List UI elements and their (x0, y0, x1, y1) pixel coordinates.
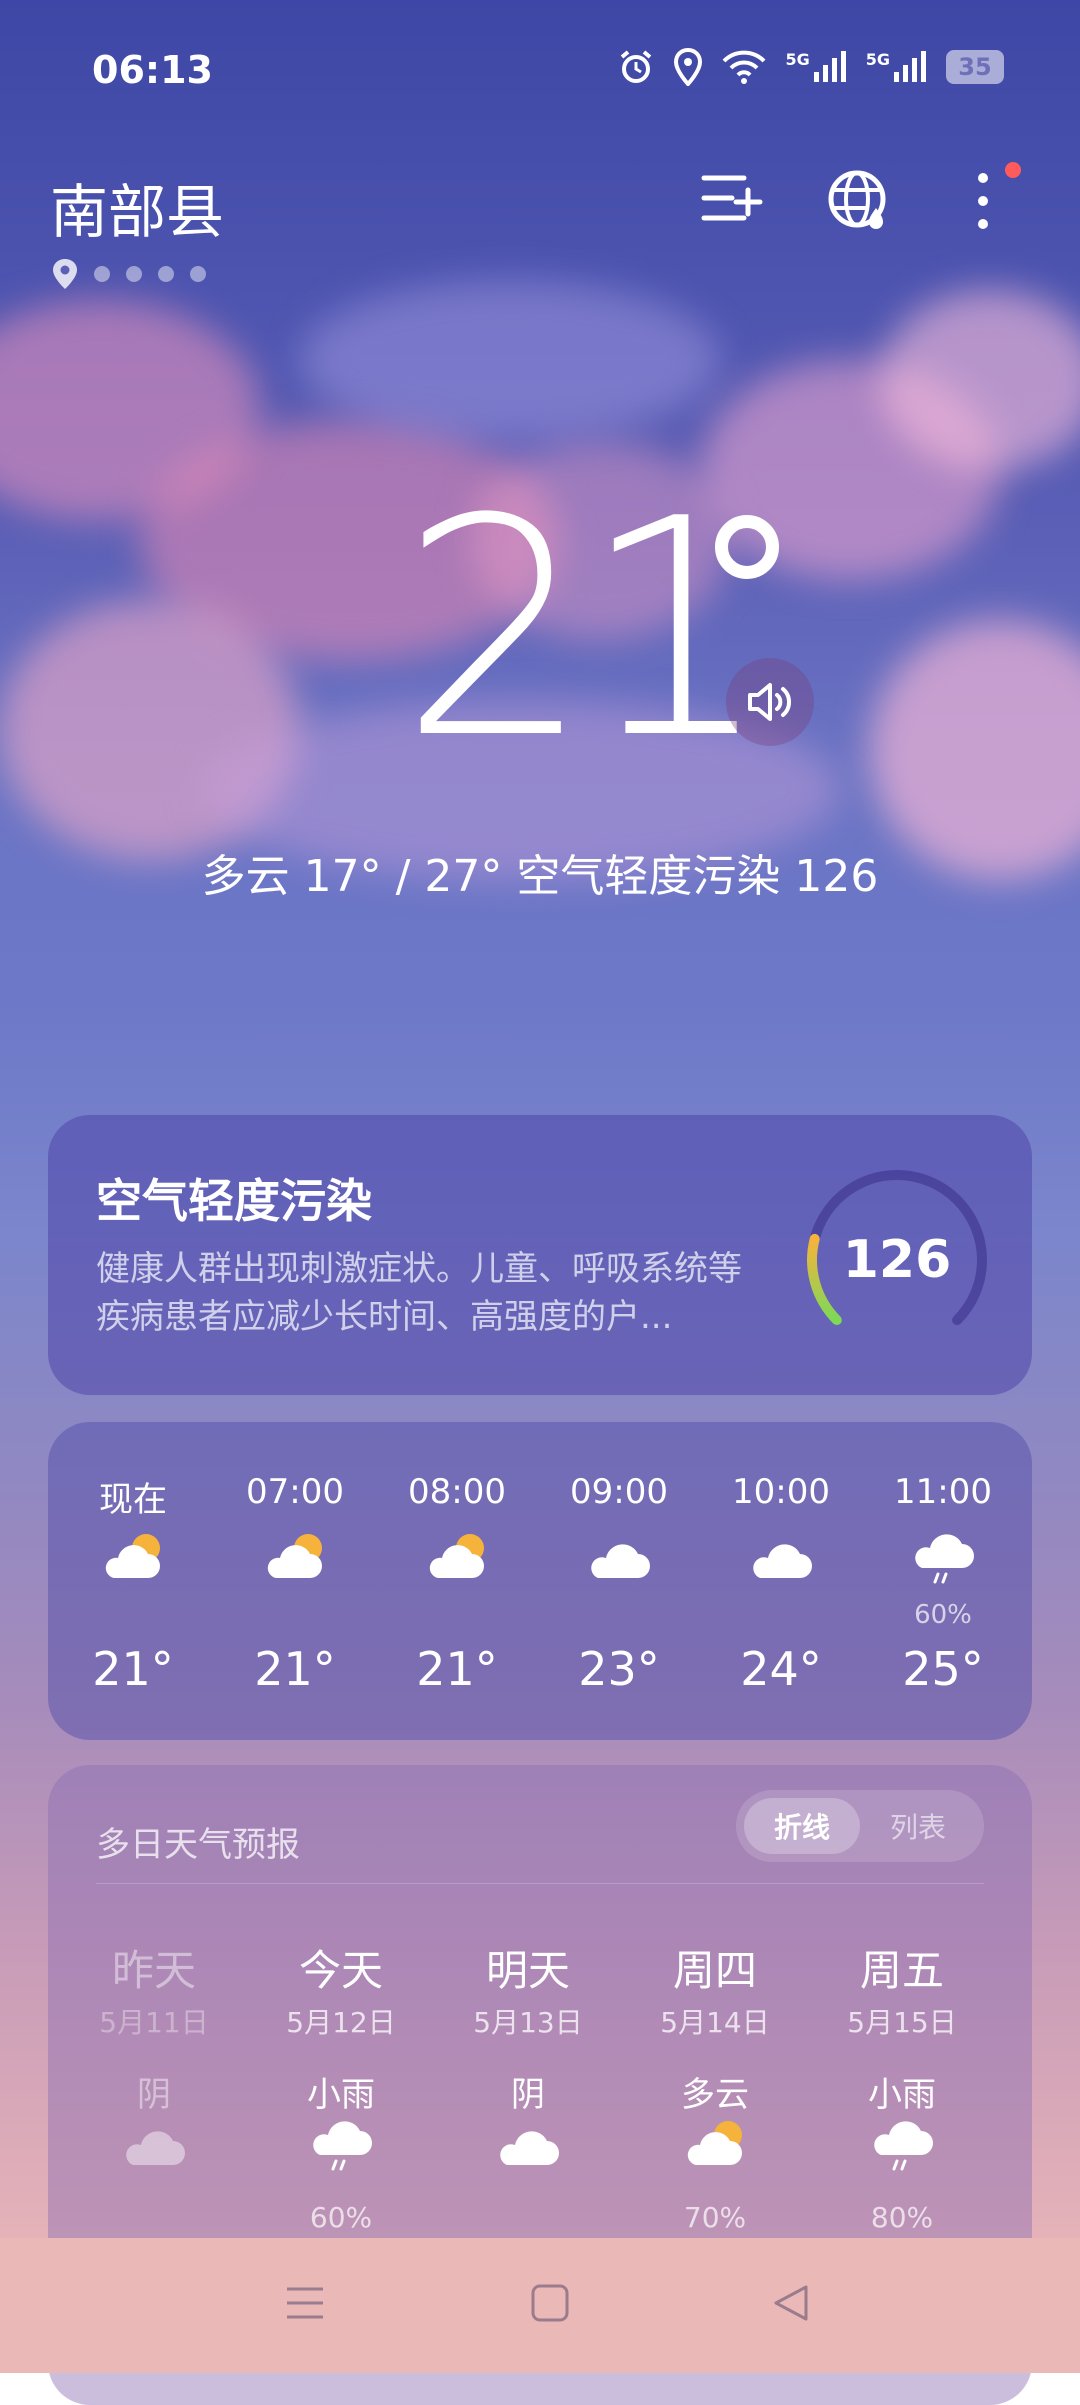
more-options-icon[interactable] (970, 168, 996, 234)
hourly-item: 07:00 21° (214, 1422, 376, 1740)
day-label: 周五 (859, 1946, 944, 1995)
hour-label: 现在 (99, 1480, 167, 1520)
day-label: 明天 (485, 1946, 570, 1995)
degree-symbol (715, 515, 779, 579)
precipitation-probability: 60% (309, 2201, 373, 2234)
overcast-icon (434, 2117, 622, 2187)
hour-temperature: 23° (578, 1642, 660, 1696)
page-dot (126, 266, 142, 282)
hour-label: 07:00 (246, 1472, 344, 1512)
overcast-icon (60, 2117, 248, 2187)
light-rain-icon (808, 2117, 996, 2187)
globe-icon[interactable] (826, 168, 892, 234)
hourly-item: 08:00 21° (376, 1422, 538, 1740)
day-date: 5月13日 (473, 2006, 583, 2039)
hour-label: 11:00 (894, 1472, 992, 1512)
day-label: 周四 (672, 1946, 757, 1995)
current-temperature: 21 (400, 455, 772, 804)
home-nav-icon[interactable] (530, 2283, 570, 2323)
hourly-item: 09:00 23° (538, 1422, 700, 1740)
day-condition: 小雨 (868, 2075, 936, 2115)
hourly-forecast-card[interactable]: 现在 21° 07:00 21° 08:00 21° 09:00 23° 10:00 24° 11:… (48, 1422, 1032, 1740)
alarm-icon (621, 50, 652, 83)
menu-nav-icon[interactable] (285, 2283, 325, 2323)
page-dot (94, 266, 110, 282)
day-date: 5月15日 (847, 2006, 957, 2039)
light-rain-icon (862, 1530, 1024, 1600)
page-indicator (52, 258, 206, 290)
hour-temperature: 25° (902, 1642, 984, 1696)
status-bar: 06:13 5G 5G 35 (0, 40, 1080, 110)
day-label: 昨天 (111, 1946, 196, 1995)
header-actions (0, 162, 1080, 238)
hour-temperature: 21° (254, 1642, 336, 1696)
signal-1-icon: 5G (785, 50, 847, 84)
precipitation-probability: 60% (914, 1600, 972, 1630)
status-time: 06:13 (92, 48, 213, 92)
battery-indicator: 35 (946, 50, 1004, 84)
day-date: 5月14日 (660, 2006, 770, 2039)
notification-dot (1005, 162, 1021, 178)
precipitation-probability: 70% (683, 2201, 747, 2234)
partly-cloudy-icon (621, 2117, 809, 2187)
aq-title: 空气轻度污染 (96, 1174, 372, 1228)
hour-temperature: 24° (740, 1642, 822, 1696)
day-condition: 多云 (681, 2075, 749, 2115)
hourly-item: 现在 21° (52, 1422, 214, 1740)
signal-2-icon: 5G (866, 50, 928, 84)
day-condition: 小雨 (307, 2075, 375, 2115)
partly-cloudy-icon (52, 1530, 214, 1600)
day-date: 5月11日 (99, 2006, 209, 2039)
day-date: 5月12日 (286, 2006, 396, 2039)
hour-label: 10:00 (732, 1472, 830, 1512)
precipitation-probability: 80% (870, 2201, 934, 2234)
voice-broadcast-button[interactable] (726, 658, 814, 746)
hourly-item: 10:00 24° (700, 1422, 862, 1740)
cloud-icon (538, 1530, 700, 1600)
hour-label: 08:00 (408, 1472, 506, 1512)
page-dot (190, 266, 206, 282)
current-location-icon (53, 259, 77, 289)
hour-temperature: 21° (92, 1642, 174, 1696)
speaker-icon (748, 683, 791, 721)
aqi-value: 126 (842, 1230, 952, 1290)
navigation-bar (0, 2238, 1080, 2373)
partly-cloudy-icon (376, 1530, 538, 1600)
page-dot (158, 266, 174, 282)
hourly-item: 11:00 60% 25° (862, 1422, 1024, 1740)
hour-label: 09:00 (570, 1472, 668, 1512)
wifi-icon (723, 50, 766, 84)
light-rain-icon (247, 2117, 435, 2187)
hour-temperature: 21° (416, 1642, 498, 1696)
day-condition: 阴 (137, 2075, 171, 2115)
aq-description: 健康人群出现刺激症状。儿童、呼吸系统等疾病患者应减少长时间、高强度的户... (96, 1249, 742, 1337)
weather-summary: 多云 17° / 27° 空气轻度污染 126 (201, 851, 879, 902)
partly-cloudy-icon (214, 1530, 376, 1600)
back-nav-icon[interactable] (772, 2283, 812, 2323)
location-status-icon (674, 48, 703, 86)
cloud-icon (700, 1530, 862, 1600)
air-quality-card[interactable]: 空气轻度污染 健康人群出现刺激症状。儿童、呼吸系统等疾病患者应减少长时间、高强度… (48, 1115, 1032, 1395)
day-label: 今天 (298, 1946, 383, 1995)
day-condition: 阴 (511, 2075, 545, 2115)
add-city-icon[interactable] (700, 168, 764, 232)
